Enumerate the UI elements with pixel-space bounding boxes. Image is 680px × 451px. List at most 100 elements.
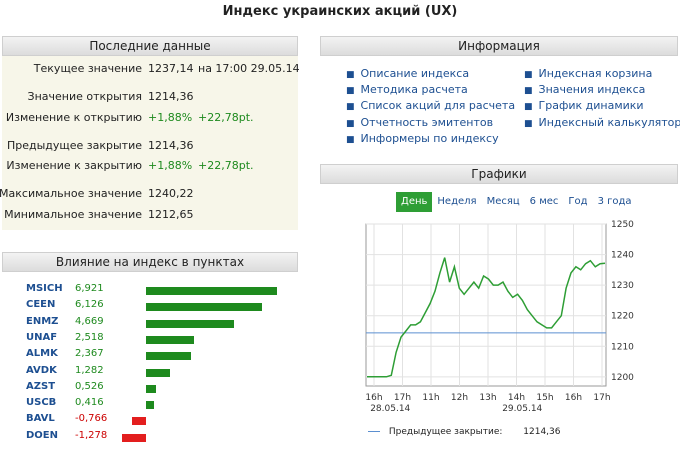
ticker-link-enmz[interactable]: ENMZ	[26, 316, 58, 327]
ticker-link-avdk[interactable]: AVDK	[26, 365, 57, 376]
ticker-link-ceen[interactable]: CEEN	[26, 299, 55, 310]
max-value-label: Максимальное значение	[0, 187, 142, 200]
bullet-icon: ■	[346, 70, 355, 80]
legend-value: 1214,36	[523, 427, 561, 437]
chart-legend: Предыдущее закрытие: 1214,36	[368, 427, 561, 437]
info-link[interactable]: Индексная корзина	[539, 67, 653, 80]
y-tick-label: 1200	[611, 373, 634, 383]
change-close-label: Изменение к закрытию	[6, 159, 142, 172]
ticker-link-unaf[interactable]: UNAF	[26, 332, 57, 343]
influence-row: UNAF 2,518	[2, 332, 298, 348]
info-link[interactable]: Список акций для расчета	[361, 99, 516, 112]
info-link[interactable]: Индексный калькулятор	[539, 116, 680, 129]
chart-tab[interactable]: Неделя	[432, 192, 481, 212]
influence-bar	[131, 417, 146, 426]
influence-value: 1,282	[75, 364, 104, 376]
bullet-icon: ■	[346, 118, 355, 129]
chart-tab[interactable]: Месяц	[482, 192, 525, 212]
bullet-icon: ■	[346, 86, 355, 97]
x-tick-label: 15h	[536, 393, 553, 403]
influence-row: DOEN -1,278	[2, 430, 298, 446]
bullet-icon: ■	[524, 86, 533, 97]
influence-bar	[121, 433, 146, 442]
info-link-item: ■ Индексная корзина	[524, 67, 652, 80]
influence-row: ALMK 2,367	[2, 348, 298, 364]
min-value-label: Минимальное значение	[4, 208, 142, 221]
x-date-label: 28.05.14	[370, 404, 410, 414]
open-value: 1214,36	[148, 90, 194, 103]
influence-bar	[146, 335, 194, 344]
x-tick-label: 17h	[394, 393, 411, 403]
ticker-link-msich[interactable]: MSICH	[26, 283, 63, 294]
bullet-icon: ■	[346, 134, 355, 145]
influence-row: BAVL -0,766	[2, 413, 298, 429]
x-tick-label: 16h	[365, 393, 382, 403]
min-value: 1212,65	[148, 208, 194, 221]
info-link-item: ■ Методика расчета	[346, 83, 468, 96]
prev-close-label: Предыдущее закрытие	[6, 139, 142, 152]
x-tick-label: 11h	[422, 393, 439, 403]
x-tick-label: 17h	[593, 393, 610, 403]
chart-tab[interactable]: 3 года	[593, 192, 637, 212]
change-open-pt: +22,78pt.	[198, 111, 254, 124]
legend-label: Предыдущее закрытие:	[388, 427, 503, 437]
y-tick-label: 1210	[611, 342, 634, 352]
current-time: на 17:00 29.05.14	[198, 62, 300, 75]
info-link[interactable]: График динамики	[539, 99, 644, 112]
info-link[interactable]: Описание индекса	[361, 67, 470, 80]
ticker-link-bavl[interactable]: BAVL	[26, 413, 55, 424]
influence-value: 2,367	[75, 348, 104, 360]
chart-tab[interactable]: День	[396, 192, 433, 212]
info-link[interactable]: Отчетность эмитентов	[361, 116, 494, 129]
charts-header: Графики	[320, 164, 678, 184]
influence-value: 6,921	[75, 283, 104, 294]
info-link-item: ■ Описание индекса	[346, 67, 469, 80]
change-close-pct: +1,88%	[148, 159, 193, 172]
max-value: 1240,22	[148, 187, 194, 200]
info-link[interactable]: Информеры по индексу	[361, 132, 499, 145]
influence-value: 2,518	[75, 331, 104, 343]
chart-tab[interactable]: 6 мес	[525, 192, 564, 212]
bullet-icon: ■	[524, 102, 533, 113]
y-tick-label: 1250	[611, 220, 634, 230]
influence-row: AZST 0,526	[2, 381, 298, 397]
info-link[interactable]: Методика расчета	[361, 83, 468, 96]
ticker-link-almk[interactable]: ALMK	[26, 348, 58, 359]
influence-header: Влияние на индекс в пунктах	[2, 252, 298, 272]
influence-row: AVDK 1,282	[2, 365, 298, 381]
index-line-chart: 1200 1210 1220 1230 1240 1250 16h 17h 11h 12h 13h 1…	[365, 220, 634, 414]
influence-row: ENMZ 4,669	[2, 316, 298, 332]
y-tick-label: 1240	[611, 251, 634, 261]
influence-list: MSICH 6,921 CEEN 6,126 ENMZ 4,669 UNAF 2,518 ALM…	[2, 283, 298, 449]
influence-row: USCB 0,416	[2, 397, 298, 413]
prev-close-value: 1214,36	[148, 139, 194, 152]
current-value: 1237,14	[148, 62, 194, 75]
legend-line-icon	[368, 431, 380, 432]
influence-value: 0,526	[75, 380, 104, 392]
influence-bar	[146, 352, 191, 361]
influence-bar	[146, 287, 277, 295]
info-link-item: ■ График динамики	[524, 99, 644, 112]
latest-data-panel: Текущее значение 1237,14 на 17:00 29.05.…	[0, 56, 300, 230]
open-value-label: Значение открытия	[27, 90, 142, 103]
influence-value: -1,278	[75, 429, 108, 441]
influence-row: MSICH 6,921	[2, 283, 298, 299]
y-tick-label: 1230	[611, 281, 634, 291]
x-tick-label: 14h	[508, 393, 525, 403]
x-tick-label: 13h	[479, 393, 496, 403]
info-link-item: ■ Отчетность эмитентов	[346, 116, 493, 129]
influence-bar	[146, 368, 171, 377]
bullet-icon: ■	[524, 118, 533, 129]
y-tick-label: 1220	[611, 312, 634, 322]
ticker-link-azst[interactable]: AZST	[26, 381, 55, 392]
change-open-pct: +1,88%	[148, 111, 193, 124]
current-value-label: Текущее значение	[33, 62, 142, 75]
info-link[interactable]: Значения индекса	[539, 83, 646, 96]
influence-bar	[146, 384, 156, 393]
chart-tab[interactable]: Год	[563, 192, 592, 212]
x-date-label: 29.05.14	[502, 404, 542, 414]
info-link-item: ■ Значения индекса	[524, 83, 645, 96]
x-tick-label: 16h	[565, 393, 582, 403]
ticker-link-doen[interactable]: DOEN	[26, 430, 58, 441]
ticker-link-uscb[interactable]: USCB	[26, 397, 56, 408]
